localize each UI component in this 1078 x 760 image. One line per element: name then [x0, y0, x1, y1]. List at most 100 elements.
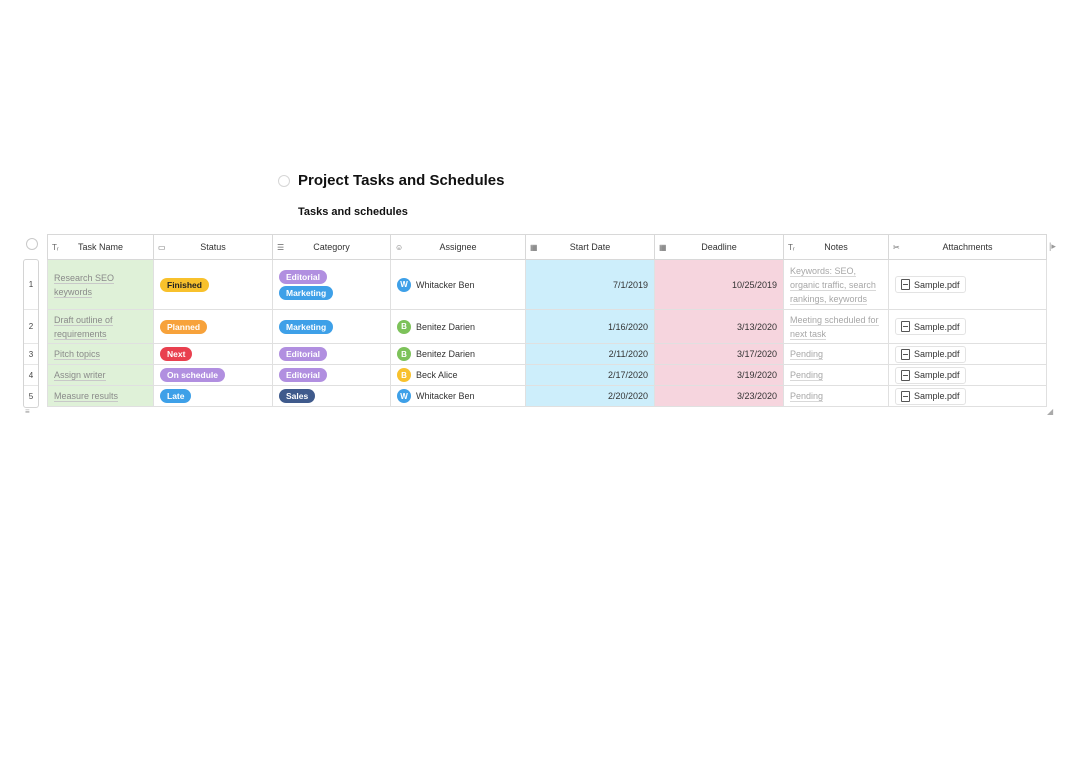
select-all-checkbox[interactable] — [26, 238, 38, 250]
notes-text: Pending — [790, 370, 824, 381]
column-header-notes[interactable]: Tᵣ Notes — [783, 234, 889, 260]
cell-status[interactable]: Late — [153, 385, 273, 407]
attachment-name: Sample.pdf — [914, 349, 960, 359]
cell-notes[interactable]: Pending — [783, 364, 889, 386]
cell-start-date[interactable]: 1/16/2020 — [525, 309, 655, 344]
cell-deadline[interactable]: 3/17/2020 — [654, 343, 784, 365]
status-badge: On schedule — [160, 368, 226, 382]
cell-attachments[interactable]: Sample.pdf — [888, 343, 1047, 365]
cell-assignee[interactable]: W Whitacker Ben — [390, 259, 526, 310]
column-header-label: Assignee — [439, 242, 477, 252]
calendar-icon: ▦ — [530, 243, 538, 252]
cell-task-name[interactable]: Measure results — [47, 385, 154, 407]
cell-deadline[interactable]: 3/23/2020 — [654, 385, 784, 407]
cell-start-date[interactable]: 7/1/2019 — [525, 259, 655, 310]
attachment-chip[interactable]: Sample.pdf — [895, 318, 966, 335]
row-number[interactable]: 5 — [24, 386, 38, 407]
table-row[interactable]: Measure results Late Sales W Whitacker Ben 2/… — [47, 385, 1047, 407]
assignee: B Benitez Darien — [397, 319, 519, 334]
avatar: B — [397, 319, 411, 334]
cell-category[interactable]: Editorial — [272, 364, 391, 386]
task-name-text: Draft outline of requirements — [54, 314, 113, 340]
row-number[interactable]: 1 — [24, 260, 38, 310]
cell-task-name[interactable]: Pitch topics — [47, 343, 154, 365]
attachment-chip[interactable]: Sample.pdf — [895, 387, 966, 405]
attachment-chip[interactable]: Sample.pdf — [895, 345, 966, 363]
assignee-name: Whitacker Ben — [416, 279, 475, 290]
avatar: B — [397, 347, 411, 361]
column-header-assignee[interactable]: ☺ Assignee — [390, 234, 526, 260]
cell-notes[interactable]: Pending — [783, 385, 889, 407]
attachment-name: Sample.pdf — [914, 321, 960, 332]
assignee: W Whitacker Ben — [397, 277, 519, 292]
column-header-attachments[interactable]: ✂ Attachments — [888, 234, 1047, 260]
cell-deadline[interactable]: 10/25/2019 — [654, 259, 784, 310]
cell-assignee[interactable]: B Benitez Darien — [390, 343, 526, 365]
attachment-name: Sample.pdf — [914, 279, 960, 290]
cell-deadline[interactable]: 3/13/2020 — [654, 309, 784, 344]
column-header-deadline[interactable]: ▦ Deadline — [654, 234, 784, 260]
cell-task-name[interactable]: Draft outline of requirements — [47, 309, 154, 344]
avatar: W — [397, 389, 411, 403]
cell-notes[interactable]: Pending — [783, 343, 889, 365]
status-badge: Finished — [160, 277, 209, 292]
cell-notes[interactable]: Keywords: SEO, organic traffic, search r… — [783, 259, 889, 310]
cell-start-date[interactable]: 2/11/2020 — [525, 343, 655, 365]
resize-corner-icon[interactable]: ◢ — [1047, 407, 1053, 416]
cell-attachments[interactable]: Sample.pdf — [888, 259, 1047, 310]
title-checkbox-icon[interactable] — [278, 174, 290, 187]
file-icon — [901, 348, 910, 360]
cell-attachments[interactable]: Sample.pdf — [888, 309, 1047, 344]
assignee-name: Benitez Darien — [416, 321, 476, 332]
cell-task-name[interactable]: Assign writer — [47, 364, 154, 386]
cell-attachments[interactable]: Sample.pdf — [888, 385, 1047, 407]
cell-status[interactable]: Planned — [153, 309, 273, 344]
category-tag: Editorial — [279, 269, 328, 284]
row-number[interactable]: 3 — [24, 344, 38, 365]
assignee: B Beck Alice — [397, 368, 519, 382]
table-header-row: Tᵣ Task Name ▭ Status ☰ Category ☺ Assignee ▦ Sta… — [47, 234, 1047, 260]
cell-category[interactable]: Sales — [272, 385, 391, 407]
cell-deadline[interactable]: 3/19/2020 — [654, 364, 784, 386]
cell-start-date[interactable]: 2/17/2020 — [525, 364, 655, 386]
table-row[interactable]: Assign writer On schedule Editorial B Beck A… — [47, 364, 1047, 386]
cell-notes[interactable]: Meeting scheduled for next task — [783, 309, 889, 344]
column-header-task[interactable]: Tᵣ Task Name — [47, 234, 154, 260]
cell-category[interactable]: Marketing — [272, 309, 391, 344]
cell-category[interactable]: Editorial — [272, 343, 391, 365]
column-header-start[interactable]: ▦ Start Date — [525, 234, 655, 260]
cell-category[interactable]: Editorial Marketing — [272, 259, 391, 310]
column-header-category[interactable]: ☰ Category — [272, 234, 391, 260]
attachment-name: Sample.pdf — [914, 391, 960, 401]
cell-task-name[interactable]: Research SEO keywords — [47, 259, 154, 310]
cell-status[interactable]: Next — [153, 343, 273, 365]
notes-text: Keywords: SEO, organic traffic, search r… — [790, 265, 876, 305]
assignee-name: Beck Alice — [416, 370, 458, 380]
column-header-status[interactable]: ▭ Status — [153, 234, 273, 260]
paperclip-icon: ✂ — [893, 243, 900, 252]
cell-assignee[interactable]: W Whitacker Ben — [390, 385, 526, 407]
table-row[interactable]: Pitch topics Next Editorial B Benitez Darien… — [47, 343, 1047, 365]
add-column-handle-icon[interactable]: |▸ — [1049, 241, 1056, 252]
attachment-chip[interactable]: Sample.pdf — [895, 276, 966, 293]
table-title: Tasks and schedules — [298, 206, 408, 218]
assignee: B Benitez Darien — [397, 347, 519, 361]
table-row[interactable]: Research SEO keywords Finished Editorial Ma… — [47, 259, 1047, 310]
cell-status[interactable]: On schedule — [153, 364, 273, 386]
column-header-label: Start Date — [569, 242, 611, 252]
document-header: Project Tasks and Schedules — [278, 172, 504, 189]
table-row[interactable]: Draft outline of requirements Planned Mark… — [47, 309, 1047, 344]
attachment-chip[interactable]: Sample.pdf — [895, 366, 966, 384]
cell-assignee[interactable]: B Benitez Darien — [390, 309, 526, 344]
task-name-text: Research SEO keywords — [54, 272, 115, 298]
row-number[interactable]: 4 — [24, 365, 38, 386]
cell-assignee[interactable]: B Beck Alice — [390, 364, 526, 386]
row-number[interactable]: 2 — [24, 310, 38, 344]
cell-status[interactable]: Finished — [153, 259, 273, 310]
add-row-handle-icon[interactable]: ≡ — [25, 407, 30, 416]
notes-text: Meeting scheduled for next task — [790, 314, 879, 340]
avatar: W — [397, 277, 411, 292]
category-tag: Marketing — [279, 285, 334, 300]
cell-attachments[interactable]: Sample.pdf — [888, 364, 1047, 386]
cell-start-date[interactable]: 2/20/2020 — [525, 385, 655, 407]
